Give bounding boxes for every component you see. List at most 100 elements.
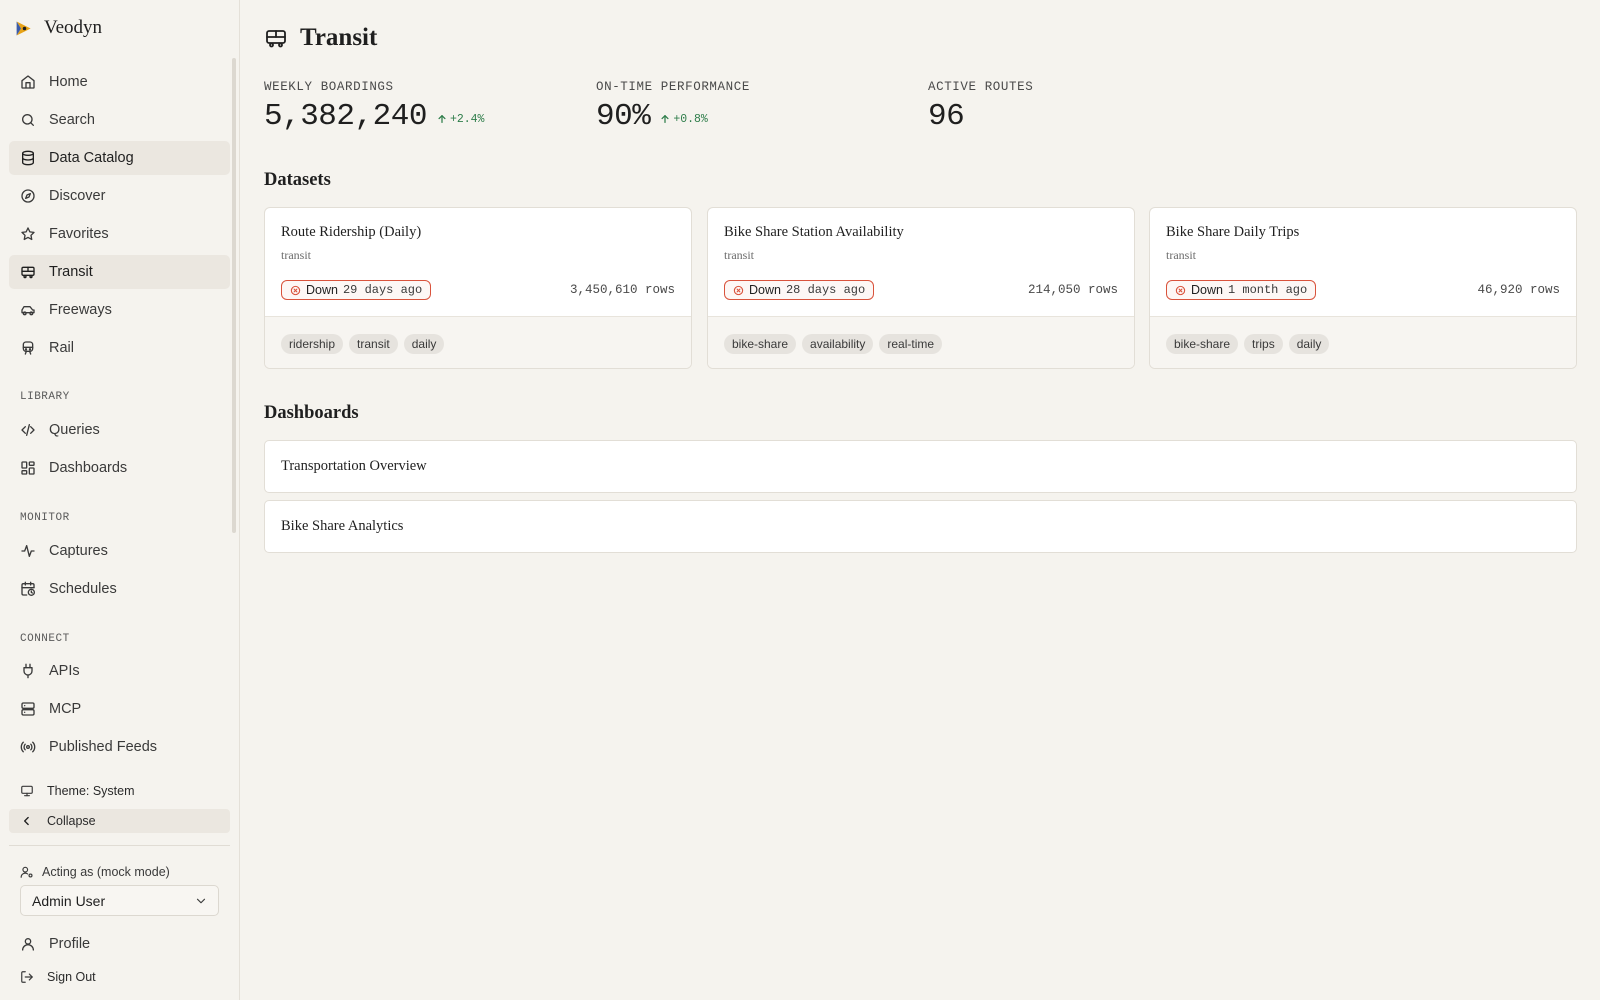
sidebar-item-published-feeds[interactable]: Published Feeds — [9, 730, 230, 764]
main-content: Transit WEEKLY BOARDINGS 5,382,240 +2.4%… — [241, 0, 1600, 1000]
sidebar-item-freeways[interactable]: Freeways — [9, 293, 230, 327]
sidebar-item-rail[interactable]: Rail — [9, 331, 230, 365]
kpi-value: 96 — [928, 99, 965, 134]
train-icon — [22, 341, 34, 355]
dashboard-row[interactable]: Transportation Overview — [264, 440, 1577, 493]
dataset-card[interactable]: Bike Share Daily Trips transit Down 1 mo… — [1149, 207, 1577, 369]
bus-icon — [266, 30, 286, 48]
x-circle-icon — [1175, 285, 1186, 295]
sidebar-item-search[interactable]: Search — [9, 103, 230, 137]
dataset-title[interactable]: Bike Share Station Availability — [724, 224, 904, 241]
arrow-up-icon — [661, 115, 669, 123]
tag[interactable]: daily — [1288, 333, 1330, 354]
tag[interactable]: bike-share — [1166, 333, 1239, 354]
chevron-left-icon — [24, 816, 29, 826]
kpi-delta: +0.8% — [660, 113, 708, 126]
dataset-category: transit — [1166, 248, 1196, 262]
tag[interactable]: ridership — [281, 333, 344, 354]
sidebar-item-transit[interactable]: Transit — [9, 255, 230, 289]
row-count: 3,450,610 rows — [569, 283, 675, 297]
sidebar-item-label: Search — [49, 112, 95, 128]
search-icon — [22, 114, 34, 126]
dataset-title[interactable]: Bike Share Daily Trips — [1166, 224, 1299, 241]
kpi-label: ON-TIME PERFORMANCE — [596, 80, 750, 94]
dataset-category: transit — [281, 248, 311, 262]
tag-list: bike-share trips daily — [1150, 316, 1576, 368]
sidebar-item-queries[interactable]: Queries — [9, 413, 230, 447]
log-out-icon — [21, 971, 33, 983]
kpi-delta-value: +2.4% — [449, 112, 485, 126]
sidebar-item-discover[interactable]: Discover — [9, 179, 230, 213]
collapse-button[interactable]: Collapse — [9, 809, 230, 833]
database-icon — [22, 150, 34, 166]
sidebar-item-label: Queries — [49, 422, 100, 438]
sidebar-scrollbar[interactable] — [232, 58, 236, 533]
car-icon — [21, 306, 35, 316]
tag[interactable]: daily — [403, 333, 445, 354]
sidebar-item-label: Freeways — [49, 302, 112, 318]
kpi-label: ACTIVE ROUTES — [928, 80, 1034, 94]
dataset-card[interactable]: Route Ridership (Daily) transit Down 29 … — [264, 207, 692, 369]
theme-toggle[interactable]: Theme: System — [9, 779, 230, 803]
status-text: Down — [749, 283, 781, 297]
sidebar-item-data-catalog[interactable]: Data Catalog — [9, 141, 230, 175]
sidebar-item-label: Dashboards — [49, 460, 128, 476]
section-library: LIBRARY — [20, 391, 70, 403]
user-icon — [22, 938, 34, 951]
sidebar-item-label: Profile — [49, 936, 91, 952]
radio-icon — [20, 741, 36, 753]
sidebar: Veodyn Home Search Data Catalog Discover… — [0, 0, 240, 1000]
star-icon — [21, 227, 35, 241]
tag[interactable]: trips — [1244, 333, 1283, 354]
sidebar-item-schedules[interactable]: Schedules — [9, 572, 230, 606]
sidebar-item-apis[interactable]: APIs — [9, 654, 230, 688]
sidebar-item-label: Published Feeds — [49, 739, 158, 755]
chevron-down-icon — [196, 898, 206, 903]
kpi-value: 90% — [596, 99, 651, 134]
activity-icon — [21, 545, 35, 557]
plug-icon — [23, 663, 33, 679]
row-count: 46,920 rows — [1477, 283, 1560, 297]
tag[interactable]: transit — [349, 333, 398, 354]
calendar-clock-icon — [21, 581, 35, 596]
kpi-active-routes: ACTIVE ROUTES 96 — [928, 80, 1033, 134]
sidebar-item-favorites[interactable]: Favorites — [9, 217, 230, 251]
status-badge: Down 1 month ago — [1166, 280, 1317, 300]
sidebar-item-dashboards[interactable]: Dashboards — [9, 451, 230, 485]
sidebar-item-home[interactable]: Home — [9, 65, 230, 99]
section-connect: CONNECT — [20, 633, 70, 645]
sidebar-item-label: Transit — [49, 264, 93, 280]
sidebar-item-mcp[interactable]: MCP — [9, 692, 230, 726]
status-text: Down — [306, 283, 338, 297]
kpi-weekly-boardings: WEEKLY BOARDINGS 5,382,240 +2.4% — [264, 80, 484, 134]
kpi-value: 5,382,240 — [264, 99, 427, 134]
tag[interactable]: availability — [802, 333, 874, 354]
acting-as-label: Acting as (mock mode) — [20, 864, 170, 880]
status-time: 29 days ago — [342, 283, 423, 297]
kpi-label: WEEKLY BOARDINGS — [264, 80, 394, 94]
tag-list: ridership transit daily — [265, 316, 691, 368]
tag[interactable]: real-time — [879, 333, 943, 354]
kpi-on-time-performance: ON-TIME PERFORMANCE 90% +0.8% — [596, 80, 750, 134]
brand[interactable]: Veodyn — [14, 16, 102, 40]
logo-icon — [16, 21, 31, 35]
status-badge: Down 29 days ago — [281, 280, 432, 300]
code-icon — [21, 424, 35, 436]
status-text: Down — [1191, 283, 1223, 297]
sidebar-divider — [9, 845, 230, 846]
sidebar-item-label: Home — [49, 74, 88, 90]
sidebar-item-captures[interactable]: Captures — [9, 534, 230, 568]
dataset-title[interactable]: Route Ridership (Daily) — [281, 224, 421, 241]
monitor-icon — [21, 785, 33, 797]
tag[interactable]: bike-share — [724, 333, 797, 354]
sign-out-button[interactable]: Sign Out — [9, 965, 230, 989]
acting-as-select[interactable]: Admin User — [20, 885, 219, 916]
sidebar-item-label: Captures — [49, 543, 108, 559]
dashboard-row[interactable]: Bike Share Analytics — [264, 500, 1577, 553]
sidebar-item-label: Data Catalog — [49, 150, 134, 166]
sidebar-item-profile[interactable]: Profile — [9, 927, 230, 961]
sign-out-label: Sign Out — [47, 970, 96, 984]
x-circle-icon — [290, 285, 301, 295]
acting-as-text: Acting as (mock mode) — [42, 865, 170, 879]
dataset-card[interactable]: Bike Share Station Availability transit … — [707, 207, 1135, 369]
